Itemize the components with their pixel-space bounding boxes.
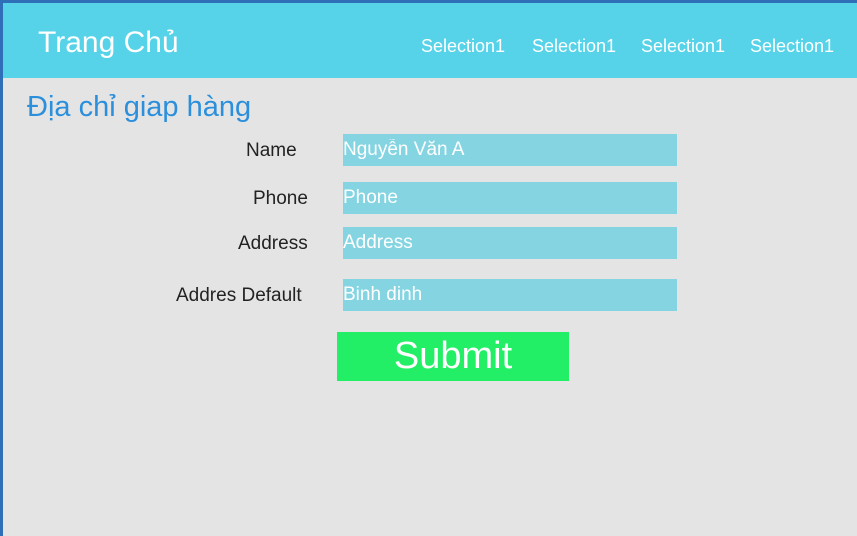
- phone-field[interactable]: [343, 182, 677, 214]
- nav-selection-3[interactable]: Selection1: [641, 35, 725, 57]
- nav-selection-4[interactable]: Selection1: [750, 35, 834, 57]
- nav-selection-1[interactable]: Selection1: [421, 35, 505, 57]
- submit-button[interactable]: Submit: [337, 332, 569, 381]
- nav-selection-2[interactable]: Selection1: [532, 35, 616, 57]
- address-default-label: Addres Default: [176, 285, 302, 306]
- address-default-field[interactable]: [343, 279, 677, 311]
- page-frame: Trang Chủ Selection1 Selection1 Selectio…: [3, 3, 857, 536]
- phone-label: Phone: [253, 188, 308, 209]
- address-label: Address: [238, 233, 308, 254]
- home-link[interactable]: Trang Chủ: [38, 25, 179, 61]
- name-label: Name: [246, 140, 297, 161]
- top-header: Trang Chủ Selection1 Selection1 Selectio…: [3, 3, 857, 78]
- address-field[interactable]: [343, 227, 677, 259]
- name-field[interactable]: [343, 134, 677, 166]
- page-title: Địa chỉ giap hàng: [27, 91, 252, 123]
